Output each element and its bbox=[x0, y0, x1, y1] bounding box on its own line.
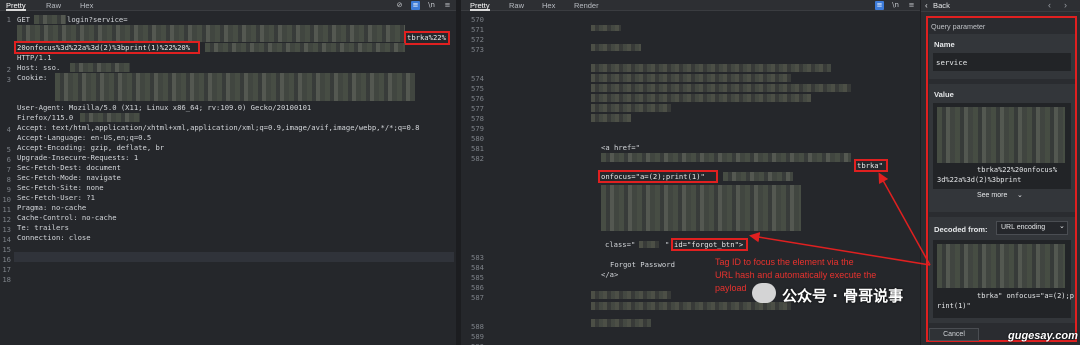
arrow-to-tail bbox=[878, 172, 931, 266]
annotation-arrows bbox=[749, 172, 931, 266]
arrow-to-id bbox=[749, 232, 931, 266]
